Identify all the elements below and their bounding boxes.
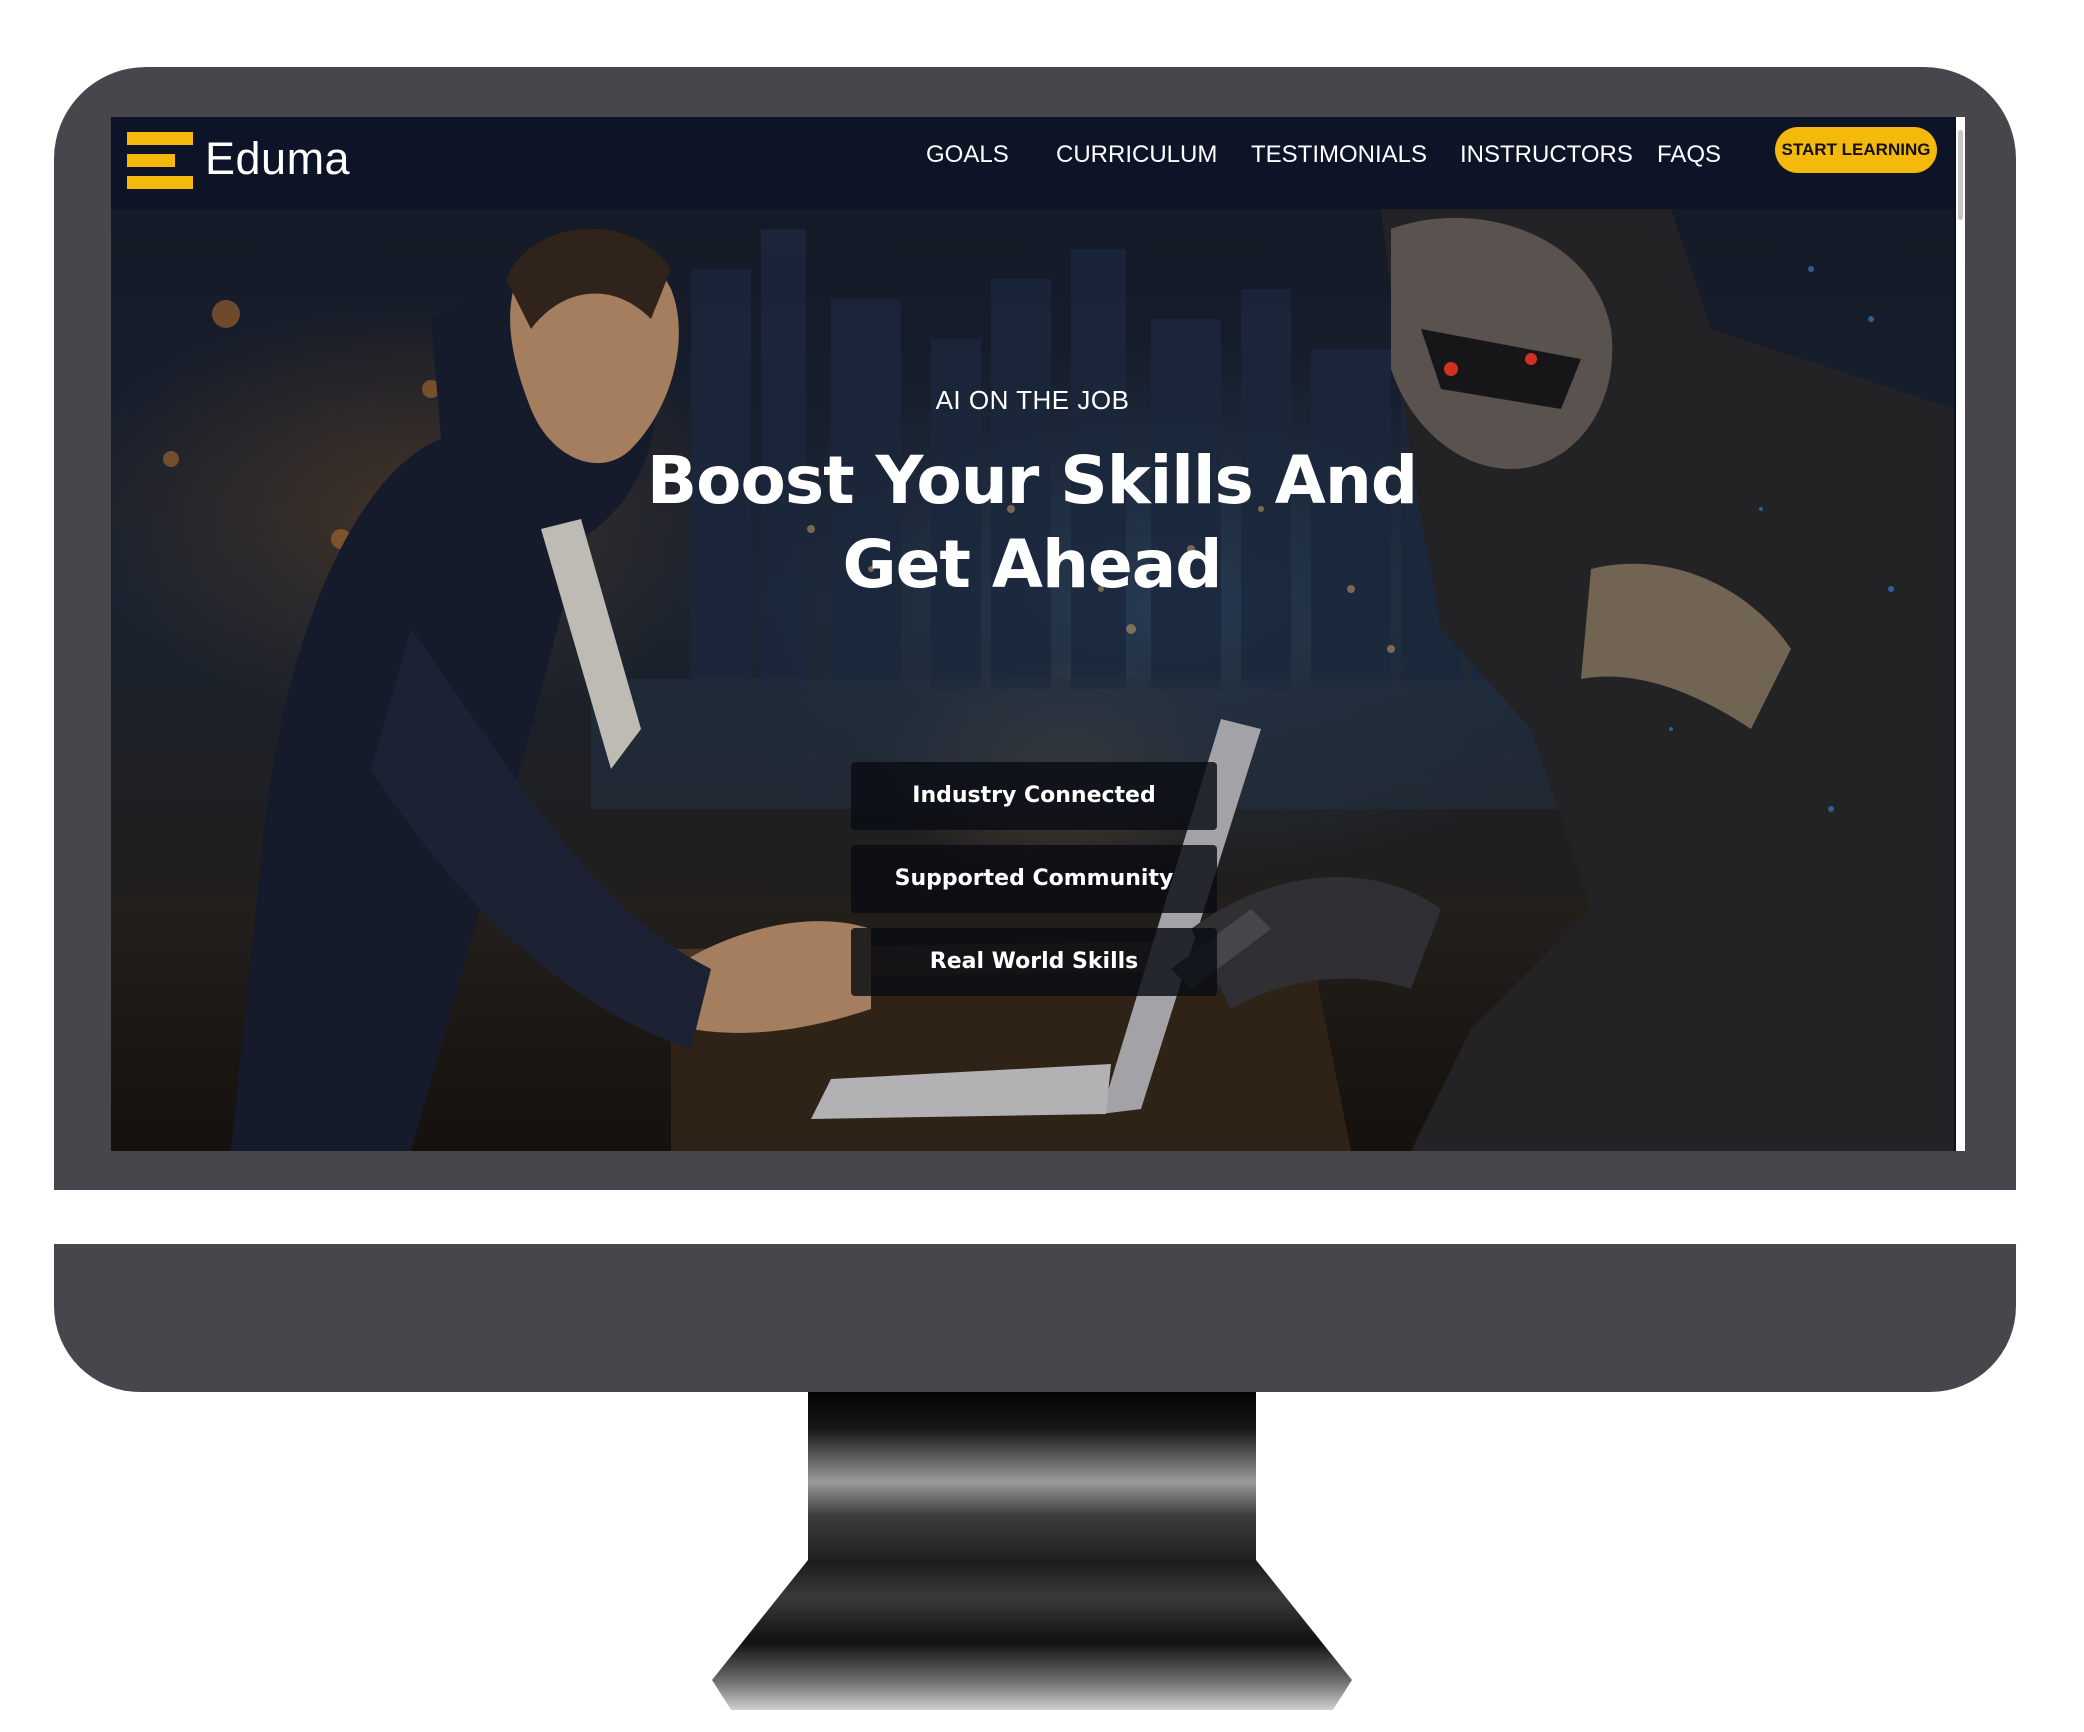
brand-name[interactable]: Eduma — [205, 133, 350, 185]
feature-pill-supported-community[interactable]: Supported Community — [851, 845, 1217, 913]
top-navbar: Eduma GOALS CURRICULUM TESTIMONIALS INST… — [111, 117, 1954, 209]
hero-title: Boost Your Skills And Get Ahead — [646, 442, 1418, 603]
nav-link-goals[interactable]: GOALS — [926, 135, 1009, 175]
nav-link-curriculum[interactable]: CURRICULUM — [1056, 135, 1217, 175]
feature-pill-industry-connected[interactable]: Industry Connected — [851, 762, 1217, 830]
monitor-stand-base — [712, 1560, 1352, 1710]
nav-link-faqs[interactable]: FAQS — [1657, 135, 1721, 175]
hero-eyebrow: AI ON THE JOB — [935, 385, 1130, 415]
monitor-chin — [54, 1244, 2016, 1392]
stacked-bars-logo-icon[interactable] — [127, 132, 193, 190]
hero-section: AI ON THE JOB Boost Your Skills And Get … — [111, 209, 1954, 1151]
nav-link-testimonials[interactable]: TESTIMONIALS — [1251, 135, 1427, 175]
start-learning-button[interactable]: START LEARNING — [1775, 127, 1937, 173]
scrollbar-thumb[interactable] — [1958, 130, 1963, 220]
hero-dim-overlay — [111, 209, 1954, 1151]
nav-link-instructors[interactable]: INSTRUCTORS — [1460, 135, 1633, 175]
scrollbar-track[interactable] — [1956, 117, 1965, 1151]
feature-pill-real-world-skills[interactable]: Real World Skills — [851, 928, 1217, 996]
screen: AI ON THE JOB Boost Your Skills And Get … — [111, 117, 1965, 1151]
